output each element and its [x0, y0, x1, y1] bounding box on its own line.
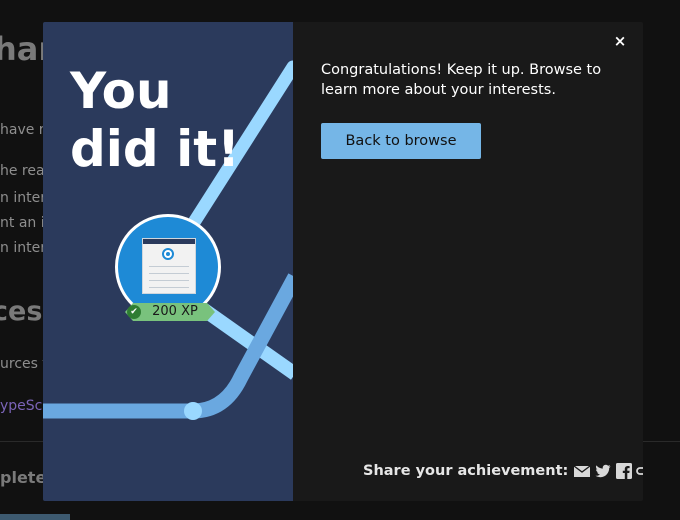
- check-icon: ✔: [127, 305, 141, 319]
- modal-illustration-panel: You did it! 200 XP ✔: [43, 22, 293, 501]
- document-header-bar: [143, 239, 195, 244]
- background-text-line: nt an i: [0, 215, 45, 231]
- xp-label: 200 XP: [152, 304, 198, 319]
- headline-line: You: [70, 62, 172, 120]
- back-to-browse-button[interactable]: Back to browse: [321, 123, 481, 159]
- share-bar: Share your achievement:: [363, 461, 643, 481]
- achievement-modal: You did it! 200 XP ✔ × Congratulations! …: [43, 22, 643, 501]
- congratulations-message: Congratulations! Keep it up. Browse to l…: [321, 62, 602, 98]
- modal-content-panel: × Congratulations! Keep it up. Browse to…: [293, 22, 643, 501]
- twitter-icon[interactable]: [594, 462, 612, 480]
- background-button: [0, 514, 70, 520]
- email-icon[interactable]: [573, 462, 591, 480]
- headline: You did it!: [70, 62, 240, 178]
- document-icon: [142, 238, 196, 294]
- background-text-line: n inter: [0, 240, 46, 256]
- close-button[interactable]: ×: [611, 32, 629, 50]
- facebook-icon[interactable]: [615, 462, 633, 480]
- document-row: [149, 287, 189, 288]
- link-icon[interactable]: [636, 462, 643, 480]
- document-row: [149, 273, 189, 274]
- share-label: Share your achievement:: [363, 463, 569, 479]
- background-link: ypeSc: [0, 398, 43, 414]
- track-node: [184, 402, 202, 420]
- background-section-heading: ces: [0, 296, 43, 327]
- background-text-line: urces f: [0, 356, 48, 372]
- background-text-line: n inter: [0, 190, 46, 206]
- document-dot-icon: [162, 248, 174, 260]
- headline-line: did it!: [70, 120, 240, 178]
- document-row: [149, 266, 189, 267]
- document-row: [149, 280, 189, 281]
